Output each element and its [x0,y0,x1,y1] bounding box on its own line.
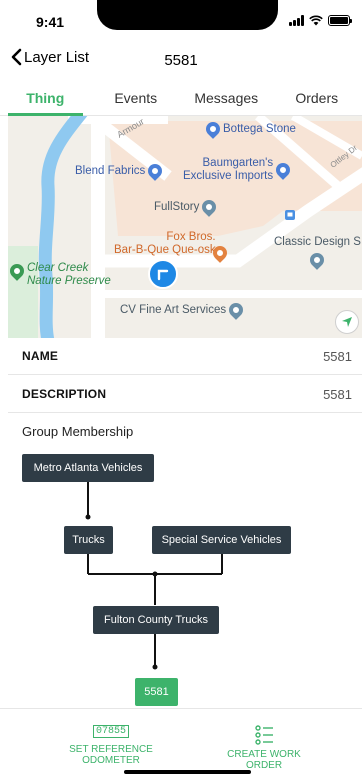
recenter-navigation-button[interactable] [335,310,359,334]
poi-label: FullStory [154,200,200,213]
group-node-trucks[interactable]: Trucks [64,526,113,554]
back-button-label: Layer List [24,48,90,66]
action-label-line1: CREATE WORK [227,749,301,760]
checklist-icon [255,725,273,745]
poi-label: CV Fine Art Services [120,303,227,316]
poi-label-line1: Baumgarten's [202,157,274,169]
signal-icon [289,15,304,26]
place-pin-icon [199,197,220,217]
action-label-line1: SET REFERENCE [69,744,153,755]
place-pin-icon [307,250,328,270]
create-work-order-button[interactable]: CREATE WORK ORDER [209,725,319,771]
tab-thing[interactable]: Thing [0,82,91,116]
group-node-fulton-county-trucks[interactable]: Fulton County Trucks [93,606,219,634]
poi-label-line1: Clear Creek [27,262,89,274]
poi-label-line2: Bar-B-Que Que-osk [114,244,216,256]
detail-row-name: NAME 5581 [8,338,362,375]
home-indicator[interactable] [124,770,251,774]
status-time: 9:41 [36,14,65,30]
park-pin-icon [8,261,27,281]
location-arrow-icon [157,269,169,281]
detail-key: DESCRIPTION [22,387,107,401]
poi-label-line2: Exclusive Imports [183,170,274,182]
wifi-icon [309,15,323,26]
group-node-special-service-vehicles[interactable]: Special Service Vehicles [152,526,291,554]
set-reference-odometer-button[interactable]: 07855 SET REFERENCE ODOMETER [56,725,166,766]
battery-icon [328,15,352,26]
poi-clear-creek[interactable]: Clear Creek Nature Preserve [8,261,111,288]
store-pin-icon [203,119,223,139]
bottom-action-bar: 07855 SET REFERENCE ODOMETER CREATE WORK… [0,708,362,777]
detail-value: 5581 [323,386,352,402]
tab-orders[interactable]: Orders [272,82,362,115]
poi-fox-bros[interactable]: Fox Bros. Bar-B-Que Que-osk [114,228,230,263]
poi-blend-fabrics[interactable]: Blend Fabrics [75,161,166,181]
poi-label-line2: Nature Preserve [27,275,111,287]
tab-events[interactable]: Events [91,82,182,115]
store-pin-icon [273,160,294,180]
tab-bar: Thing Events Messages Orders [0,82,362,116]
back-button[interactable]: Layer List [10,48,89,66]
poi-label: Bottega Stone [223,122,296,135]
detail-key: NAME [22,349,59,363]
device-notch [97,0,278,30]
status-bar: 9:41 [0,0,362,44]
current-location-marker[interactable] [148,259,178,289]
action-label-line2: ORDER [245,760,283,771]
poi-label-line1: Fox Bros. [166,231,216,243]
navigation-arrow-icon [342,317,352,327]
tab-messages[interactable]: Messages [181,82,272,115]
odometer-icon: 07855 [92,725,129,738]
poi-label: Classic Design S [274,236,361,248]
group-node-current-thing[interactable]: 5581 [135,678,178,706]
store-pin-icon [145,161,166,181]
poi-baumgartens[interactable]: Baumgarten's Exclusive Imports [183,157,294,183]
poi-cv-fine-art[interactable]: CV Fine Art Services [120,300,246,320]
detail-value: 5581 [323,348,352,364]
group-node-metro-atlanta-vehicles[interactable]: Metro Atlanta Vehicles [22,454,154,482]
poi-fullstory[interactable]: FullStory [154,197,220,217]
action-label-line2: ODOMETER [82,755,140,766]
poi-classic-design[interactable]: Classic Design S [274,236,361,270]
chevron-left-icon [11,48,22,66]
status-icons [289,15,352,26]
place-pin-icon [226,300,246,320]
poi-bottega-stone[interactable]: Bottega Stone [203,119,296,139]
map-view[interactable]: Armour Ottley Dr Bottega Stone Blend Fab… [8,116,362,338]
group-membership-title: Group Membership [22,424,134,439]
detail-row-description: DESCRIPTION 5581 [8,376,362,413]
navigation-bar: Layer List 5581 [0,44,362,76]
poi-label: Blend Fabrics [75,164,146,177]
